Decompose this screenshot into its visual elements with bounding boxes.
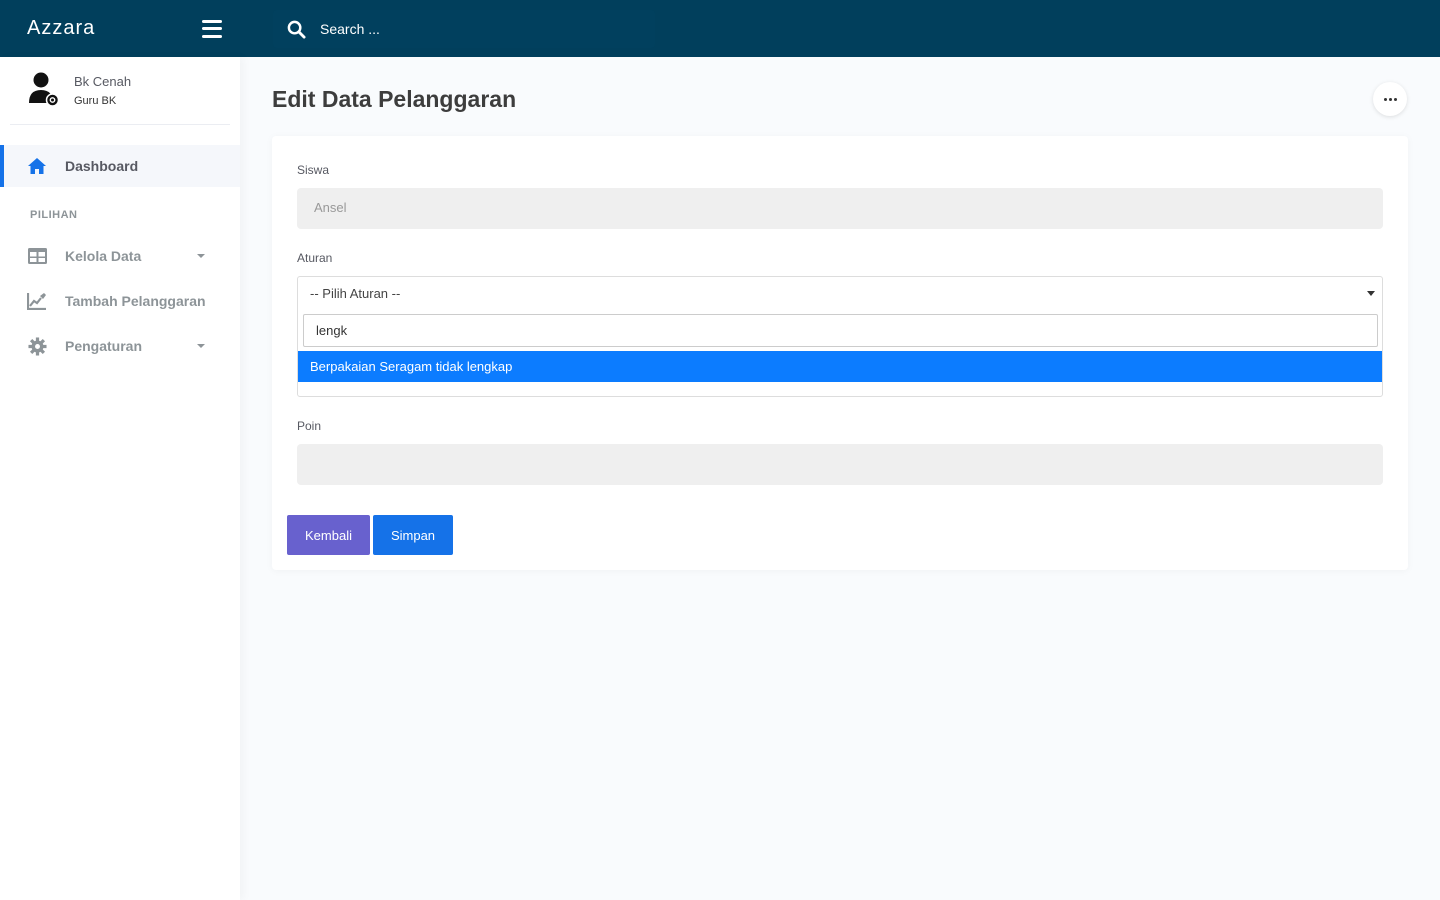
form-card: Siswa Ansel Aturan -- Pilih Aturan -- le…	[272, 136, 1408, 570]
aturan-search-input[interactable]: lengk	[303, 314, 1378, 347]
sidebar-item-label: Kelola Data	[65, 248, 142, 264]
gear-icon	[27, 336, 47, 356]
dropdown-arrow-icon	[1367, 291, 1375, 296]
sidebar-item-label: Tambah Pelanggaran	[65, 293, 206, 309]
aturan-option[interactable]: Berpakaian Seragam tidak lengkap	[298, 351, 1382, 382]
more-options-button[interactable]	[1373, 82, 1407, 116]
search-box	[273, 10, 655, 48]
poin-label: Poin	[297, 419, 322, 433]
search-input[interactable]	[320, 21, 620, 37]
poin-field	[297, 444, 1383, 485]
siswa-field: Ansel	[297, 188, 1383, 229]
sidebar-item-kelola-data[interactable]: Kelola Data	[0, 235, 240, 277]
sidebar-item-pengaturan[interactable]: Pengaturan	[0, 325, 240, 367]
sidebar: Bk Cenah Guru BK Dashboard PILIHAN Kelol…	[0, 57, 240, 900]
search-icon[interactable]	[287, 20, 306, 39]
brand-logo[interactable]: Azzara	[27, 17, 95, 40]
menu-toggle-icon[interactable]	[202, 19, 222, 38]
edit-chart-icon	[27, 291, 47, 311]
home-icon	[27, 156, 47, 176]
sidebar-item-dashboard[interactable]: Dashboard	[0, 145, 240, 187]
simpan-button[interactable]: Simpan	[373, 515, 453, 555]
sidebar-item-label: Pengaturan	[65, 338, 143, 354]
kembali-button[interactable]: Kembali	[287, 515, 370, 555]
page-title: Edit Data Pelanggaran	[272, 86, 517, 112]
sidebar-item-label: Dashboard	[65, 158, 139, 174]
logo-header: Azzara	[0, 0, 240, 57]
aturan-label: Aturan	[297, 251, 333, 265]
caret-down-icon	[197, 254, 205, 258]
table-icon	[27, 246, 47, 266]
siswa-label: Siswa	[297, 163, 330, 177]
top-navbar	[240, 0, 1440, 57]
aturan-select[interactable]: -- Pilih Aturan -- lengk Berpakaian Sera…	[297, 276, 1383, 397]
user-role: Guru BK	[74, 95, 117, 107]
user-name: Bk Cenah	[74, 74, 132, 89]
caret-down-icon	[197, 344, 205, 348]
sidebar-section-label: PILIHAN	[30, 209, 78, 221]
user-panel[interactable]: Bk Cenah Guru BK	[10, 57, 230, 125]
avatar	[28, 71, 62, 111]
aturan-selected-text: -- Pilih Aturan --	[310, 285, 401, 301]
aturan-select-value[interactable]: -- Pilih Aturan --	[298, 277, 1382, 309]
sidebar-item-tambah-pelanggaran[interactable]: Tambah Pelanggaran	[0, 280, 240, 322]
